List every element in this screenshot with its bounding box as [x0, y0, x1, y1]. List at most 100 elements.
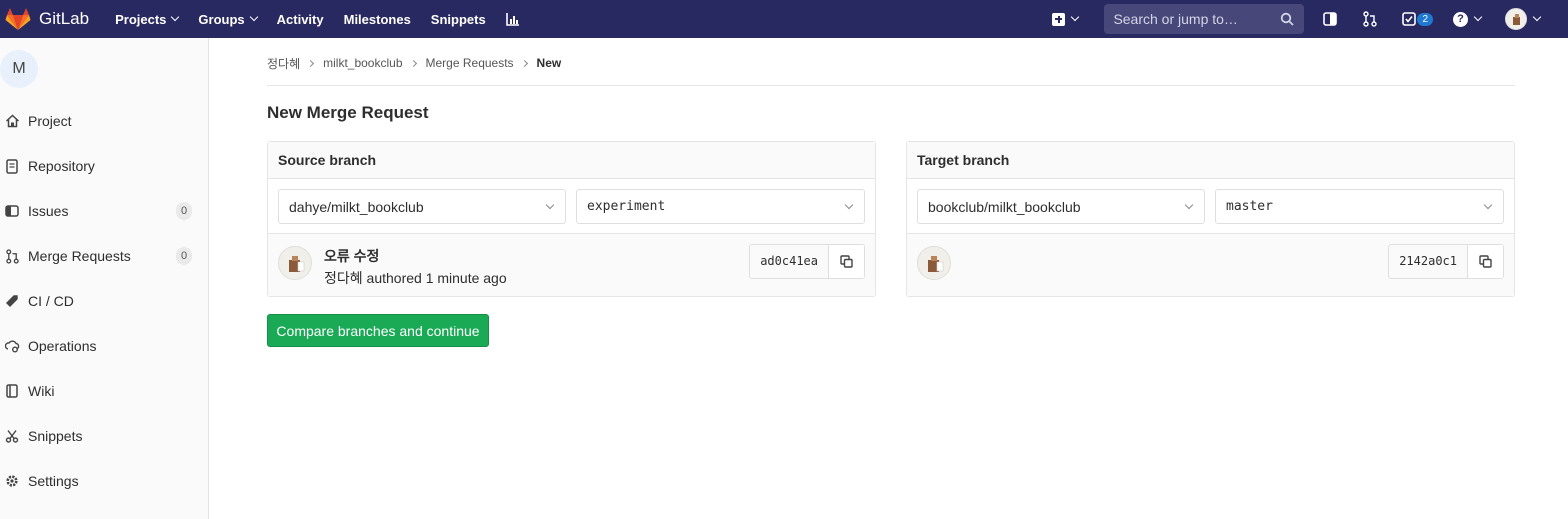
sidebar-toggle-button[interactable]	[1322, 11, 1338, 27]
chevron-down-icon	[171, 12, 180, 22]
sidebar-item-snippets[interactable]: Snippets	[0, 416, 208, 456]
plus-square-icon	[1052, 12, 1066, 26]
user-menu[interactable]	[1505, 8, 1542, 30]
chevron-down-icon	[1184, 200, 1194, 210]
chevron-down-icon	[1532, 12, 1542, 22]
target-commit-sha[interactable]: 2142a0c1	[1389, 245, 1467, 278]
merge-request-icon	[4, 248, 20, 264]
sidebar-item-operations[interactable]: Operations	[0, 326, 208, 366]
target-branch-dropdown[interactable]: master	[1215, 189, 1504, 224]
nav-milestones[interactable]: Milestones	[344, 12, 411, 27]
todo-count-badge: 2	[1417, 12, 1433, 26]
copy-sha-button[interactable]	[1467, 245, 1503, 278]
source-branch-value: experiment	[587, 199, 666, 214]
brand-name: GitLab	[39, 9, 90, 28]
sidebar-item-label: Project	[28, 113, 72, 129]
commit-title[interactable]: 오류 수정	[324, 246, 379, 266]
todos-button[interactable]: 2	[1402, 12, 1433, 26]
sidebar-item-project[interactable]: Project	[0, 101, 208, 141]
sidebar-item-label: Snippets	[28, 428, 83, 444]
chevron-right-icon	[520, 59, 528, 67]
merge-requests-nav-button[interactable]	[1362, 11, 1378, 27]
sidebar-item-label: Repository	[28, 158, 95, 174]
sidebar-item-label: Operations	[28, 338, 97, 354]
compare-branches-button[interactable]: Compare branches and continue	[267, 314, 489, 347]
commit-author-avatar	[278, 246, 312, 280]
project-sidebar: M Project Repository Issues 0 Merge Requ…	[0, 38, 209, 519]
sidebar-item-issues[interactable]: Issues 0	[0, 191, 208, 231]
nav-snippets[interactable]: Snippets	[431, 12, 486, 27]
source-branch-selectors: dahye/milkt_bookclub experiment	[268, 179, 875, 234]
source-commit-sha[interactable]: ad0c41ea	[750, 245, 828, 278]
search-box	[1104, 4, 1305, 34]
sidebar-item-label: Wiki	[28, 383, 55, 399]
target-project-dropdown[interactable]: bookclub/milkt_bookclub	[917, 189, 1205, 224]
sidebar-item-wiki[interactable]: Wiki	[0, 371, 208, 411]
breadcrumb-merge-requests[interactable]: Merge Requests	[426, 56, 514, 70]
rocket-icon	[4, 293, 20, 309]
nav-projects-label: Projects	[115, 11, 167, 27]
breadcrumb-current[interactable]: New	[537, 56, 562, 70]
gear-icon	[4, 473, 20, 489]
project-avatar[interactable]: M	[0, 50, 38, 88]
source-project-value: dahye/milkt_bookclub	[289, 198, 424, 215]
sidebar-item-label: Issues	[28, 203, 69, 219]
search-input[interactable]	[1113, 11, 1274, 27]
top-navbar: GitLab Projects Groups Activity Mileston…	[0, 0, 1568, 38]
issues-icon	[4, 203, 20, 219]
nav-groups[interactable]: Groups	[198, 11, 258, 27]
user-avatar	[1505, 8, 1527, 30]
todo-check-icon	[1402, 12, 1417, 26]
sidebar-item-ci-cd[interactable]: CI / CD	[0, 281, 208, 321]
merge-requests-count-badge: 0	[176, 247, 192, 265]
target-commit-info: 2142a0c1	[907, 234, 1514, 296]
sidebar-item-repository[interactable]: Repository	[0, 146, 208, 186]
sidebar-item-merge-requests[interactable]: Merge Requests 0	[0, 236, 208, 276]
nav-right: 2 ?	[1052, 0, 1568, 38]
target-branch-selectors: bookclub/milkt_bookclub master	[907, 179, 1514, 234]
merge-request-icon	[1363, 11, 1378, 27]
gitlab-home-link[interactable]: GitLab	[5, 7, 89, 31]
issues-count-badge: 0	[176, 202, 192, 220]
nav-chart[interactable]	[505, 12, 520, 26]
source-branch-dropdown[interactable]: experiment	[576, 189, 865, 224]
copy-icon	[840, 255, 853, 268]
chevron-down-icon	[249, 12, 258, 22]
search-icon	[1281, 12, 1295, 26]
scissors-icon	[4, 428, 20, 444]
sidebar-item-settings[interactable]: Settings	[0, 461, 208, 501]
chevron-down-icon	[1483, 200, 1493, 210]
bar-chart-icon	[505, 13, 519, 26]
page-title: New Merge Request	[267, 103, 429, 122]
gitlab-logo-icon	[5, 8, 31, 30]
main-nav: Projects Groups Activity Milestones Snip…	[115, 12, 540, 27]
target-branch-value: master	[1226, 199, 1273, 214]
book-icon	[4, 383, 20, 399]
breadcrumb: 정다혜 milkt_bookclub Merge Requests New	[267, 54, 561, 72]
chevron-down-icon	[844, 200, 854, 210]
nav-groups-label: Groups	[198, 11, 245, 27]
nav-projects[interactable]: Projects	[115, 11, 180, 27]
source-project-dropdown[interactable]: dahye/milkt_bookclub	[278, 189, 566, 224]
panel-icon	[1323, 12, 1338, 26]
nav-activity[interactable]: Activity	[277, 12, 324, 27]
help-dropdown[interactable]: ?	[1453, 11, 1483, 27]
source-sha-group: ad0c41ea	[749, 244, 865, 279]
sidebar-item-label: CI / CD	[28, 293, 74, 309]
new-dropdown-button[interactable]	[1052, 12, 1080, 26]
chevron-right-icon	[307, 59, 315, 67]
copy-sha-button[interactable]	[828, 245, 864, 278]
breadcrumb-divider	[267, 85, 1515, 86]
chevron-right-icon	[409, 59, 417, 67]
source-branch-panel: Source branch dahye/milkt_bookclub exper…	[267, 141, 876, 297]
breadcrumb-project[interactable]: milkt_bookclub	[323, 56, 402, 70]
source-branch-heading: Source branch	[268, 142, 875, 179]
commit-author-avatar	[917, 246, 951, 280]
doc-icon	[4, 158, 20, 174]
breadcrumb-user[interactable]: 정다혜	[267, 55, 300, 72]
cloud-gear-icon	[4, 338, 20, 354]
home-icon	[4, 113, 20, 129]
target-branch-panel: Target branch bookclub/milkt_bookclub ma…	[906, 141, 1515, 297]
question-icon: ?	[1453, 11, 1468, 27]
target-branch-heading: Target branch	[907, 142, 1514, 179]
